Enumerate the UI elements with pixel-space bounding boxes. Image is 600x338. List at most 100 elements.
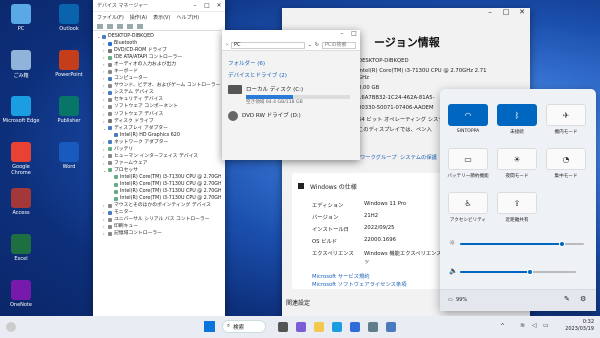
- link-system-protection[interactable]: システムの保護: [400, 153, 437, 161]
- tree-item[interactable]: › キーボード: [97, 68, 221, 75]
- tree-item[interactable]: ⌄ プロセッサ: [97, 167, 221, 174]
- tree-item[interactable]: › バッテリ: [97, 146, 221, 153]
- search-box[interactable]: ⌕ 検索: [222, 320, 266, 333]
- widgets-icon[interactable]: [6, 322, 16, 332]
- tree-item[interactable]: › ディスク ドライブ: [97, 118, 221, 125]
- quick-tile[interactable]: ⇪: [497, 192, 537, 214]
- tree-item[interactable]: Intel(R) Core(TM) i3-7130U CPU @ 2.70GH: [97, 174, 221, 181]
- settings-taskbar-icon[interactable]: [368, 322, 378, 332]
- tree-item[interactable]: › ネットワーク アダプター: [97, 139, 221, 146]
- quick-tile[interactable]: ♿: [448, 192, 488, 214]
- tree-item[interactable]: › IDE ATA/ATAPI コントローラー: [97, 54, 221, 61]
- battery-tray-icon[interactable]: ▭: [543, 322, 549, 329]
- tree-item[interactable]: › オーディオの入力および出力: [97, 61, 221, 68]
- minimize-icon[interactable]: –: [482, 8, 498, 16]
- drive-c[interactable]: ローカル ディスク (C:) 空き領域 64.4 GB/118 GB: [228, 85, 354, 105]
- store-icon[interactable]: [350, 322, 360, 332]
- menu-file[interactable]: ファイル(F): [97, 14, 124, 21]
- file-explorer-icon[interactable]: [314, 322, 324, 332]
- tree-item[interactable]: › コンピューター: [97, 75, 221, 82]
- tree-item[interactable]: › ユニバーサル シリアル バス コントローラー: [97, 216, 221, 223]
- tree-item[interactable]: › セキュリティ デバイス: [97, 96, 221, 103]
- chat-icon[interactable]: [296, 322, 306, 332]
- properties-icon[interactable]: [117, 23, 123, 29]
- wifi-tray-icon[interactable]: ≋: [520, 322, 525, 329]
- tree-item[interactable]: › マウスとそのほかのポインティング デバイス: [97, 202, 221, 209]
- quick-tile[interactable]: ᛒ: [497, 104, 537, 126]
- help-icon[interactable]: [127, 23, 133, 29]
- desktop-icon[interactable]: Word: [50, 142, 88, 170]
- brightness-slider-knob[interactable]: [558, 241, 565, 247]
- device-manager-taskbar-icon[interactable]: [386, 322, 396, 332]
- desktop-icon[interactable]: Publisher: [50, 96, 88, 124]
- edit-icon[interactable]: ✎: [564, 295, 570, 303]
- drives-section[interactable]: デバイスとドライブ (2): [228, 71, 354, 79]
- tree-item[interactable]: Intel(R) Core(TM) i3-7130U CPU @ 2.70GH: [97, 195, 221, 202]
- tree-item[interactable]: › サウンド、ビデオ、およびゲーム コントローラー: [97, 82, 221, 89]
- settings-gear-icon[interactable]: ⚙: [580, 295, 586, 303]
- drive-d[interactable]: DVD RW ドライブ (D:): [228, 111, 354, 121]
- menu-action[interactable]: 操作(A): [130, 14, 147, 21]
- link-ms-license[interactable]: Microsoft ソフトウェアライセンス条項: [312, 280, 407, 288]
- tree-item[interactable]: › モニター: [97, 209, 221, 216]
- desktop-icon[interactable]: PowerPoint: [50, 50, 88, 78]
- menu-view[interactable]: 表示(V): [153, 14, 170, 21]
- volume-tray-icon[interactable]: ◁: [532, 322, 537, 329]
- quick-tile[interactable]: ▭: [448, 148, 488, 170]
- desktop-icon[interactable]: Excel: [2, 234, 40, 262]
- search-input[interactable]: PCの検索: [322, 41, 356, 49]
- tree-item[interactable]: Intel(R) Core(TM) i3-7130U CPU @ 2.70GH: [97, 181, 221, 188]
- address-input[interactable]: PC: [231, 41, 305, 49]
- minimize-icon[interactable]: –: [336, 30, 348, 40]
- tree-item[interactable]: Intel(R) Core(TM) i3-7130U CPU @ 2.70GH: [97, 188, 221, 195]
- quick-tile[interactable]: ◔: [546, 148, 586, 170]
- scan-icon[interactable]: [137, 23, 143, 29]
- edge-taskbar-icon[interactable]: [332, 322, 342, 332]
- minimize-icon[interactable]: –: [189, 2, 201, 9]
- desktop-icon[interactable]: ごみ箱: [2, 50, 40, 79]
- start-button[interactable]: [204, 321, 215, 332]
- brightness-slider[interactable]: [460, 241, 584, 247]
- tree-item[interactable]: ⌄ DESKTOP-DIBKQED: [97, 33, 221, 40]
- tree-item[interactable]: › 記憶域コントローラー: [97, 230, 221, 237]
- link-workgroup[interactable]: ワークグループ: [360, 153, 397, 161]
- link-ms-service[interactable]: Microsoft サービス規約: [312, 272, 370, 280]
- desktop-icon[interactable]: Microsoft Edge: [2, 96, 40, 124]
- tree-item[interactable]: › Bluetooth: [97, 40, 221, 47]
- maximize-icon[interactable]: □: [201, 2, 213, 9]
- menu-help[interactable]: ヘルプ(H): [176, 14, 199, 21]
- task-view-icon[interactable]: [278, 322, 288, 332]
- folders-section[interactable]: フォルダー (6): [228, 59, 354, 67]
- quick-tile[interactable]: ✈: [546, 104, 586, 126]
- device-icon: [108, 83, 112, 88]
- volume-slider-knob[interactable]: [526, 269, 533, 275]
- maximize-icon[interactable]: □: [498, 8, 514, 16]
- desktop-icon[interactable]: Google Chrome: [2, 142, 40, 176]
- quick-tile[interactable]: ◠: [448, 104, 488, 126]
- clock[interactable]: 0:32 2023/03/19: [565, 319, 594, 333]
- refresh-icon[interactable]: ↻: [315, 42, 319, 48]
- tree-item[interactable]: › ソフトウェア デバイス: [97, 111, 221, 118]
- up-arrow-icon[interactable]: ›: [226, 42, 228, 48]
- desktop-icon[interactable]: Access: [2, 188, 40, 216]
- tree-item[interactable]: Intel(R) HD Graphics 620: [97, 132, 221, 139]
- tree-item[interactable]: › DVD/CD-ROM ドライブ: [97, 47, 221, 54]
- chevron-up-icon[interactable]: ^: [500, 323, 505, 330]
- tree-item[interactable]: › ヒューマン インターフェイス デバイス: [97, 153, 221, 160]
- desktop-icon[interactable]: OneNote: [2, 280, 40, 308]
- tree-item[interactable]: ⌄ ディスプレイ アダプター: [97, 125, 221, 132]
- desktop-icon[interactable]: Outlook: [50, 4, 88, 32]
- volume-slider[interactable]: [460, 269, 576, 275]
- forward-icon[interactable]: [107, 23, 113, 29]
- chevron-down-icon[interactable]: ⌄: [308, 42, 312, 48]
- tree-item[interactable]: › システム デバイス: [97, 89, 221, 96]
- desktop-icon[interactable]: PC: [2, 4, 40, 32]
- quick-tile[interactable]: ☀: [497, 148, 537, 170]
- back-icon[interactable]: [97, 23, 103, 29]
- close-icon[interactable]: ✕: [213, 2, 225, 9]
- tree-item[interactable]: › 印刷キュー: [97, 223, 221, 230]
- tree-item[interactable]: › ソフトウェア コンポーネント: [97, 103, 221, 110]
- tree-item[interactable]: › ファームウェア: [97, 160, 221, 167]
- maximize-icon[interactable]: □: [348, 30, 360, 40]
- close-icon[interactable]: ✕: [514, 8, 530, 16]
